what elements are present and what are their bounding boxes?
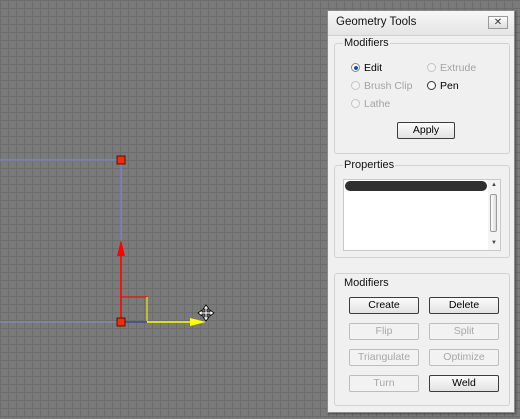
radio-label: Brush Clip [364, 80, 413, 92]
radio-label: Lathe [364, 98, 391, 110]
group-title: Modifiers [343, 37, 390, 49]
group-title: Properties [343, 159, 396, 171]
scroll-thumb[interactable] [490, 194, 497, 232]
radio-dot-icon [351, 99, 360, 108]
title-bar[interactable]: Geometry Tools ✕ [328, 11, 514, 36]
radio-dot-icon [427, 81, 436, 90]
geometry-tools-window: Geometry Tools ✕ Modifiers Edit Extrude … [327, 10, 515, 413]
turn-button[interactable]: Turn [349, 375, 419, 392]
scroll-up-icon[interactable]: ▲ [491, 182, 497, 188]
flip-button[interactable]: Flip [349, 323, 419, 340]
triangulate-button[interactable]: Triangulate [349, 349, 419, 366]
y-axis-arrow[interactable] [117, 240, 125, 256]
split-button[interactable]: Split [429, 323, 499, 340]
group-title: Modifiers [343, 277, 390, 289]
close-icon: ✕ [493, 17, 503, 28]
x-axis-arrow[interactable] [190, 318, 206, 326]
vertex-handle-selected[interactable] [116, 317, 126, 327]
brush-outline [0, 159, 122, 323]
optimize-button[interactable]: Optimize [429, 349, 499, 366]
radio-dot-icon [351, 63, 360, 72]
move-cursor-icon [197, 304, 215, 322]
radio-brush-clip[interactable]: Brush Clip [351, 80, 412, 94]
scroll-down-icon[interactable]: ▼ [491, 240, 497, 246]
apply-button[interactable]: Apply [397, 122, 455, 139]
radio-pen[interactable]: Pen [427, 80, 459, 94]
properties-row[interactable] [345, 181, 487, 191]
delete-button[interactable]: Delete [429, 297, 499, 314]
create-button[interactable]: Create [349, 297, 419, 314]
scrollbar[interactable]: ▲ ▼ [488, 180, 500, 250]
radio-extrude[interactable]: Extrude [427, 62, 476, 76]
vertex-handle-top[interactable] [116, 155, 126, 165]
modifiers-buttons-group: Modifiers Create Delete Flip Split Trian… [334, 273, 510, 406]
modifiers-radio-group: Modifiers Edit Extrude Brush Clip Pen La… [334, 37, 510, 154]
properties-group: Properties ▲ ▼ [334, 159, 510, 258]
radio-label: Extrude [440, 62, 477, 74]
radio-dot-icon [427, 63, 436, 72]
radio-dot-icon [351, 81, 360, 90]
window-title: Geometry Tools [336, 16, 417, 28]
radio-label: Pen [440, 80, 459, 92]
properties-list[interactable]: ▲ ▼ [343, 179, 501, 251]
radio-lathe[interactable]: Lathe [351, 98, 390, 112]
radio-edit[interactable]: Edit [351, 62, 382, 76]
radio-label: Edit [364, 62, 383, 74]
weld-button[interactable]: Weld [429, 375, 499, 392]
close-button[interactable]: ✕ [488, 16, 508, 29]
viewport-overlay [0, 155, 215, 327]
